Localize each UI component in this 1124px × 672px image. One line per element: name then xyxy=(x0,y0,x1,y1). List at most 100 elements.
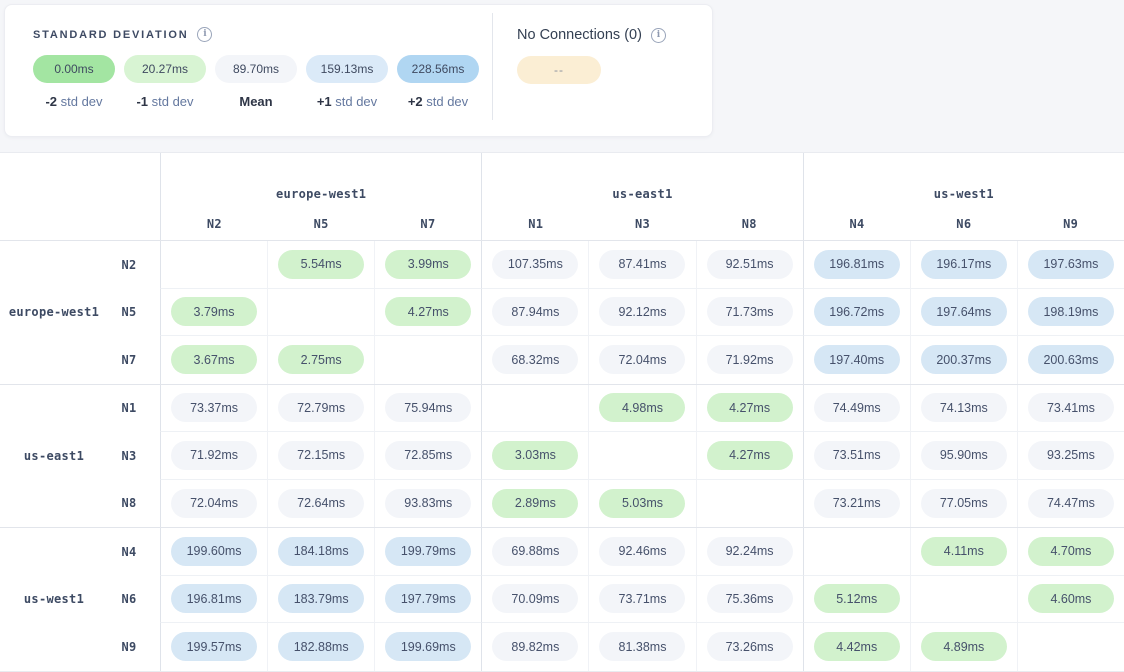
latency-cell: 197.79ms xyxy=(374,576,481,624)
latency-pill[interactable]: 197.63ms xyxy=(1028,250,1114,279)
latency-pill[interactable]: 200.37ms xyxy=(921,345,1007,374)
latency-pill[interactable]: 199.79ms xyxy=(385,537,471,566)
latency-pill[interactable]: 72.85ms xyxy=(385,441,471,470)
latency-pill[interactable]: 93.83ms xyxy=(385,489,471,518)
latency-cell: 198.19ms xyxy=(1017,289,1124,337)
latency-pill[interactable]: 73.51ms xyxy=(814,441,900,470)
latency-pill[interactable]: 4.89ms xyxy=(921,632,1007,661)
latency-cell: 75.94ms xyxy=(374,385,481,433)
latency-pill[interactable]: 71.73ms xyxy=(707,297,793,326)
legend-pill: 20.27ms xyxy=(124,55,206,83)
latency-pill[interactable]: 74.49ms xyxy=(814,393,900,422)
latency-pill[interactable]: 72.79ms xyxy=(278,393,364,422)
latency-pill[interactable]: 75.94ms xyxy=(385,393,471,422)
latency-pill[interactable]: 196.81ms xyxy=(171,584,257,613)
latency-cell: 73.51ms xyxy=(803,432,910,480)
latency-pill[interactable]: 196.72ms xyxy=(814,297,900,326)
latency-pill[interactable]: 2.75ms xyxy=(278,345,364,374)
latency-pill[interactable]: 73.37ms xyxy=(171,393,257,422)
latency-pill[interactable]: 68.32ms xyxy=(492,345,578,374)
latency-pill[interactable]: 199.60ms xyxy=(171,537,257,566)
latency-pill[interactable]: 93.25ms xyxy=(1028,441,1114,470)
latency-pill[interactable]: 182.88ms xyxy=(278,632,364,661)
latency-cell: 196.81ms xyxy=(160,576,267,624)
latency-pill[interactable]: 92.12ms xyxy=(599,297,685,326)
latency-pill[interactable]: 197.40ms xyxy=(814,345,900,374)
row-label-cell: N7 xyxy=(0,336,160,384)
latency-cell: 4.89ms xyxy=(910,623,1017,671)
latency-pill[interactable]: 73.71ms xyxy=(599,584,685,613)
latency-pill[interactable]: 5.54ms xyxy=(278,250,364,279)
row-region-label: us-east1 xyxy=(0,449,108,463)
latency-pill[interactable]: 4.27ms xyxy=(707,441,793,470)
latency-pill[interactable]: 184.18ms xyxy=(278,537,364,566)
latency-cell: 70.09ms xyxy=(481,576,588,624)
info-icon[interactable]: i xyxy=(651,28,666,43)
latency-pill[interactable]: 92.24ms xyxy=(707,537,793,566)
latency-pill[interactable]: 107.35ms xyxy=(492,250,578,279)
latency-pill[interactable]: 196.81ms xyxy=(814,250,900,279)
header-region-group: us-east1N1N3N8 xyxy=(481,153,802,240)
latency-pill[interactable]: 197.79ms xyxy=(385,584,471,613)
row-region-label: europe-west1 xyxy=(0,305,108,319)
row-label-cell: N8 xyxy=(0,480,160,528)
latency-pill[interactable]: 183.79ms xyxy=(278,584,364,613)
latency-pill[interactable]: 198.19ms xyxy=(1028,297,1114,326)
latency-pill[interactable]: 3.03ms xyxy=(492,441,578,470)
latency-pill[interactable]: 5.03ms xyxy=(599,489,685,518)
latency-cell: 69.88ms xyxy=(481,528,588,576)
latency-pill[interactable]: 3.67ms xyxy=(171,345,257,374)
latency-cell: 93.25ms xyxy=(1017,432,1124,480)
column-region-label: us-east1 xyxy=(482,187,802,201)
latency-pill[interactable]: 4.27ms xyxy=(707,393,793,422)
latency-pill[interactable]: 4.42ms xyxy=(814,632,900,661)
latency-pill[interactable]: 69.88ms xyxy=(492,537,578,566)
latency-cell: 182.88ms xyxy=(267,623,374,671)
latency-pill[interactable]: 73.26ms xyxy=(707,632,793,661)
latency-pill[interactable]: 72.04ms xyxy=(171,489,257,518)
latency-pill[interactable]: 2.89ms xyxy=(492,489,578,518)
latency-pill[interactable]: 73.21ms xyxy=(814,489,900,518)
latency-pill[interactable]: 92.51ms xyxy=(707,250,793,279)
latency-pill[interactable]: 72.64ms xyxy=(278,489,364,518)
latency-cell: 200.63ms xyxy=(1017,336,1124,384)
latency-pill[interactable]: 72.15ms xyxy=(278,441,364,470)
latency-pill[interactable]: 4.11ms xyxy=(921,537,1007,566)
latency-pill[interactable]: 5.12ms xyxy=(814,584,900,613)
info-icon[interactable]: i xyxy=(197,27,212,42)
latency-pill[interactable]: 74.13ms xyxy=(921,393,1007,422)
table-row: N7 3.67ms 2.75ms 68.32ms 72.04ms 71.92ms 197.4… xyxy=(0,336,1124,384)
latency-pill[interactable]: 87.94ms xyxy=(492,297,578,326)
latency-pill[interactable]: 4.70ms xyxy=(1028,537,1114,566)
latency-pill[interactable]: 4.98ms xyxy=(599,393,685,422)
latency-pill[interactable]: 89.82ms xyxy=(492,632,578,661)
latency-pill[interactable]: 75.36ms xyxy=(707,584,793,613)
latency-pill[interactable]: 74.47ms xyxy=(1028,489,1114,518)
no-connections-legend: No Connections (0) i -- xyxy=(493,5,666,136)
latency-pill[interactable]: 71.92ms xyxy=(171,441,257,470)
latency-cell: 73.41ms xyxy=(1017,385,1124,433)
latency-pill[interactable]: 71.92ms xyxy=(707,345,793,374)
latency-pill[interactable]: 70.09ms xyxy=(492,584,578,613)
latency-pill[interactable]: 92.46ms xyxy=(599,537,685,566)
latency-pill[interactable]: 73.41ms xyxy=(1028,393,1114,422)
latency-cell: 2.89ms xyxy=(481,480,588,528)
latency-pill[interactable]: 77.05ms xyxy=(921,489,1007,518)
latency-pill[interactable]: 199.69ms xyxy=(385,632,471,661)
latency-pill[interactable]: 4.27ms xyxy=(385,297,471,326)
latency-pill[interactable]: 72.04ms xyxy=(599,345,685,374)
latency-pill[interactable]: 199.57ms xyxy=(171,632,257,661)
latency-pill[interactable]: 81.38ms xyxy=(599,632,685,661)
column-node-label: N5 xyxy=(268,217,375,231)
latency-pill[interactable]: 95.90ms xyxy=(921,441,1007,470)
latency-pill[interactable]: 3.99ms xyxy=(385,250,471,279)
std-dev-title: STANDARD DEVIATION xyxy=(33,29,188,41)
latency-pill[interactable]: 197.64ms xyxy=(921,297,1007,326)
latency-cell: 3.03ms xyxy=(481,432,588,480)
latency-pill[interactable]: 196.17ms xyxy=(921,250,1007,279)
latency-pill[interactable]: 200.63ms xyxy=(1028,345,1114,374)
latency-pill[interactable]: 4.60ms xyxy=(1028,584,1114,613)
latency-pill[interactable]: 87.41ms xyxy=(599,250,685,279)
latency-pill[interactable]: 3.79ms xyxy=(171,297,257,326)
latency-cell xyxy=(267,289,374,337)
